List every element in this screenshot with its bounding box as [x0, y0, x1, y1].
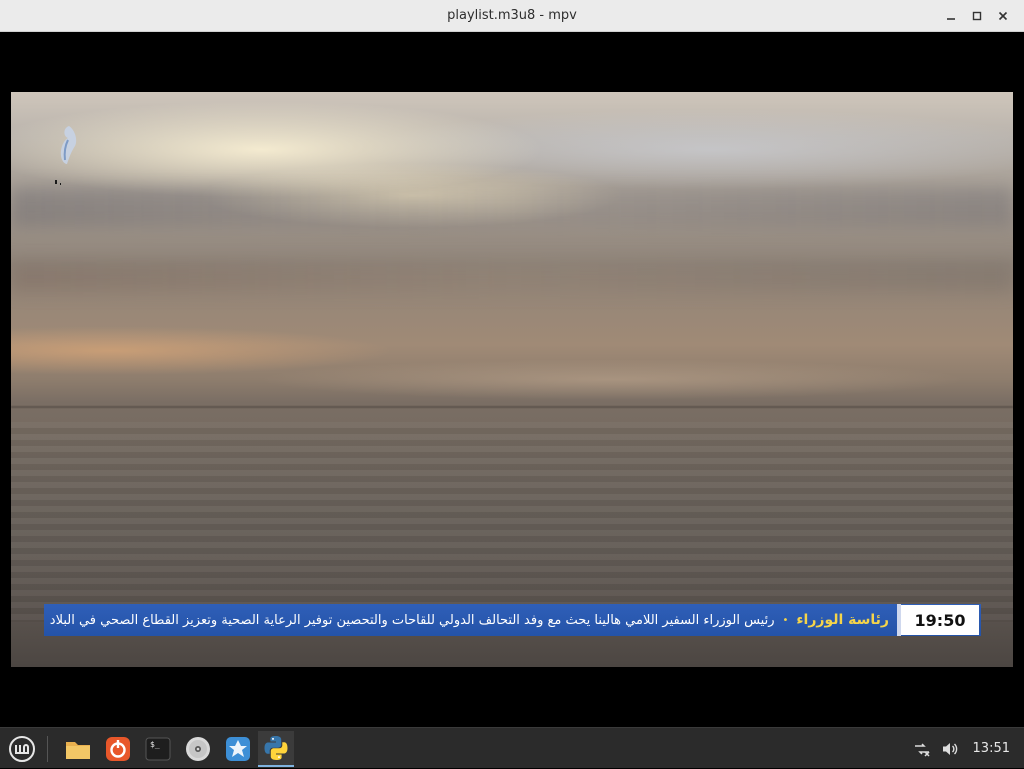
close-button[interactable]	[992, 5, 1014, 27]
cloud-band	[11, 262, 1013, 292]
window-titlebar[interactable]: playlist.m3u8 - mpv	[0, 0, 1024, 32]
python-icon	[264, 736, 288, 760]
ticker-headline: رئاسة الوزراء • رئيس الوزراء السفير اللا…	[50, 604, 889, 636]
files-icon	[66, 742, 90, 759]
disc-launcher[interactable]	[180, 731, 216, 767]
volume-indicator[interactable]	[939, 738, 961, 760]
video-frame[interactable]: 19:50 رئاسة الوزراء • رئيس الوزراء السفي…	[11, 92, 1013, 667]
taskbar-separator	[47, 736, 48, 762]
app-launcher[interactable]	[220, 731, 256, 767]
maximize-button[interactable]	[966, 5, 988, 27]
window-title: playlist.m3u8 - mpv	[447, 8, 577, 23]
taskbar: $_ 13:51	[0, 727, 1024, 768]
cloud-band	[11, 187, 1013, 227]
software-update-icon	[106, 737, 130, 761]
disc-icon	[186, 737, 210, 761]
network-indicator[interactable]	[911, 738, 933, 760]
ticker-source: رئاسة الوزراء	[796, 612, 889, 628]
network-disconnected-icon	[914, 742, 930, 757]
files-launcher[interactable]	[60, 731, 96, 767]
terminal-icon: $_	[145, 737, 171, 761]
svg-text:$_: $_	[150, 740, 160, 749]
ticker-divider	[897, 604, 901, 636]
video-area[interactable]: 19:50 رئاسة الوزراء • رئيس الوزراء السفي…	[0, 32, 1024, 727]
channel-logo-icon	[55, 126, 77, 185]
maximize-icon	[972, 11, 982, 21]
software-update-launcher[interactable]	[100, 731, 136, 767]
minimize-button[interactable]	[940, 5, 962, 27]
menu-button[interactable]	[4, 731, 40, 767]
news-ticker: 19:50 رئاسة الوزراء • رئيس الوزراء السفي…	[44, 604, 981, 636]
window-controls	[940, 0, 1014, 32]
python-launcher[interactable]	[258, 731, 294, 767]
ticker-bullet: •	[782, 614, 789, 626]
ticker-text: رئيس الوزراء السفير اللامي هالينا يحث مع…	[49, 612, 775, 628]
app-icon	[226, 737, 250, 761]
ticker-time: 19:50	[901, 605, 979, 635]
close-icon	[998, 11, 1008, 21]
menu-icon	[9, 736, 35, 762]
volume-icon	[942, 742, 957, 755]
taskbar-clock[interactable]: 13:51	[973, 741, 1010, 756]
terminal-launcher[interactable]: $_	[140, 731, 176, 767]
system-tray: 13:51	[911, 728, 1024, 769]
minimize-icon	[947, 18, 955, 20]
water-reflection	[11, 422, 1013, 622]
horizon-line	[11, 406, 1013, 408]
